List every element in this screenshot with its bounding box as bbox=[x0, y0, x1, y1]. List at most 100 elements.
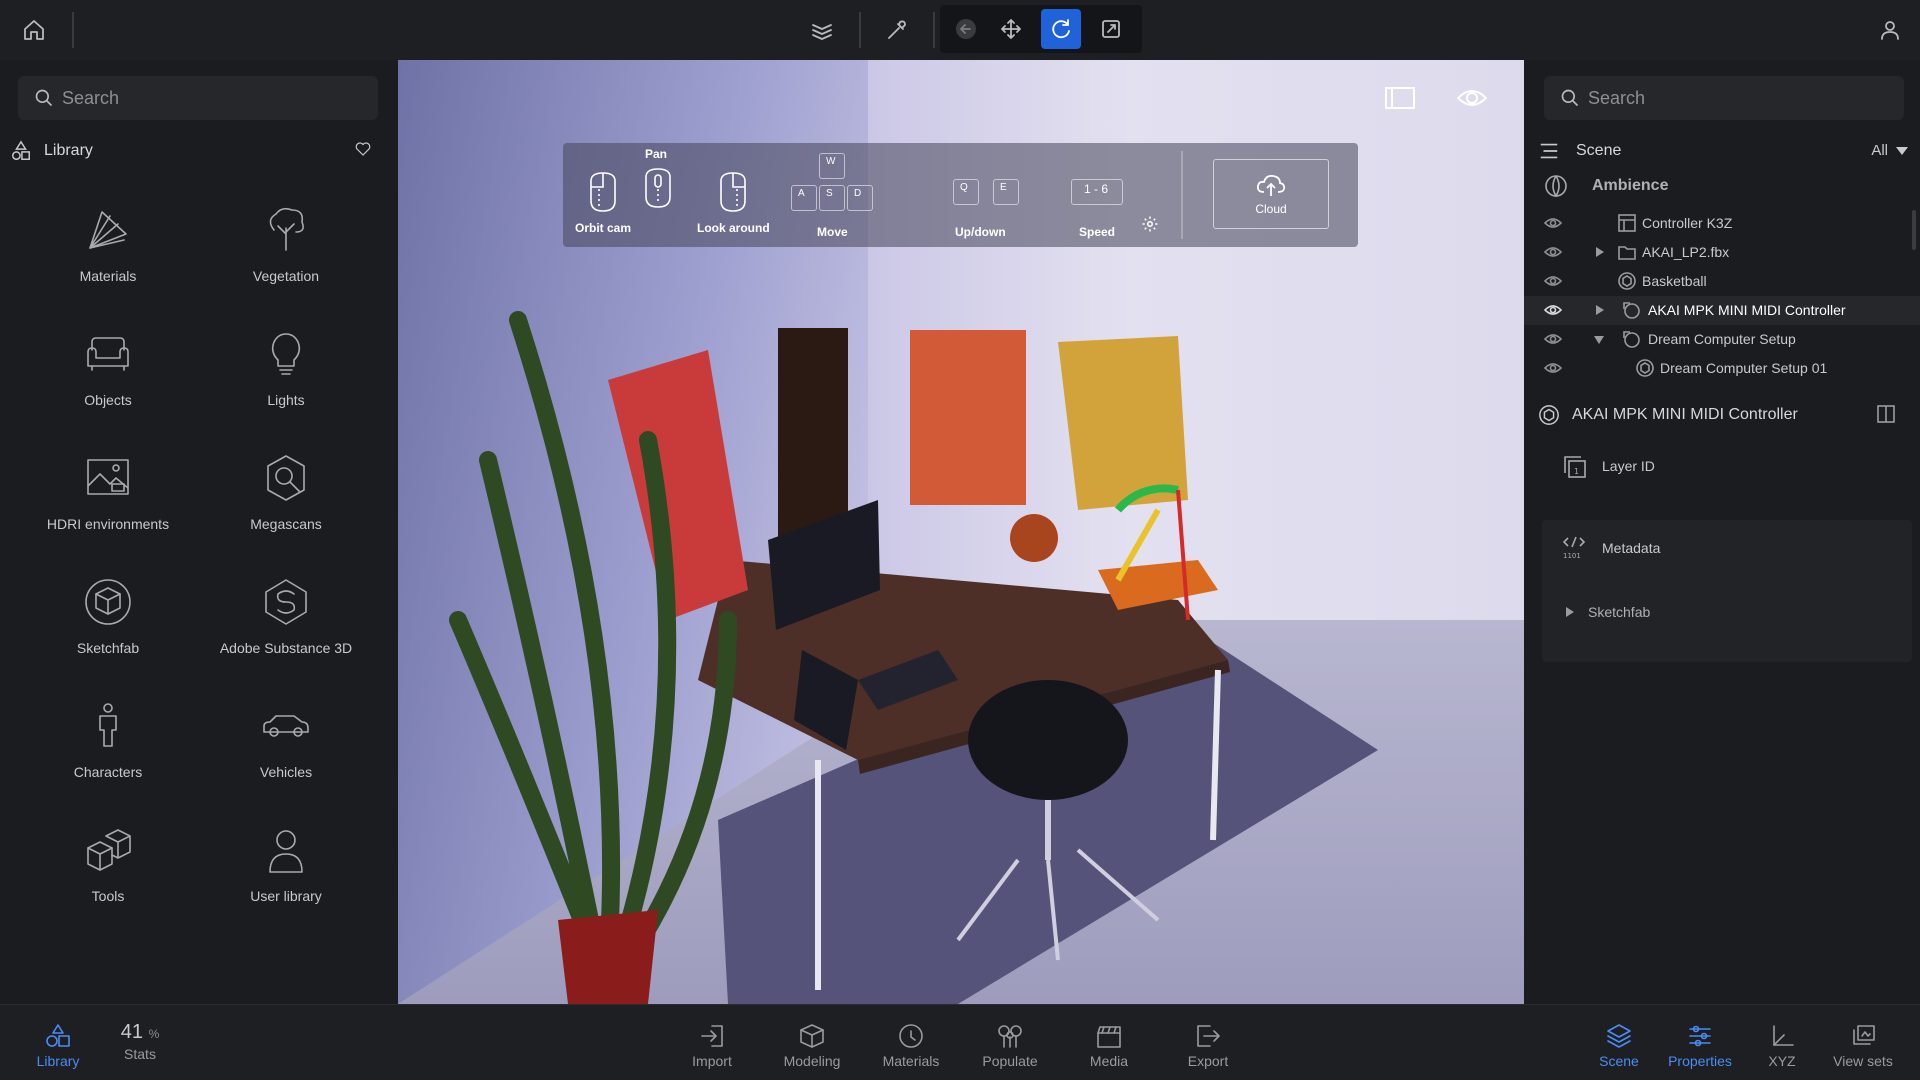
cloud-button[interactable]: Cloud bbox=[1213, 159, 1329, 229]
modeling-button[interactable]: Modeling bbox=[772, 1023, 852, 1069]
view-sets-icon bbox=[1853, 1025, 1875, 1045]
tree-item[interactable]: AKAI_LP2.fbx bbox=[1524, 238, 1920, 267]
undo-button[interactable] bbox=[946, 9, 986, 49]
library-tab[interactable]: Library bbox=[18, 1023, 98, 1069]
export-button[interactable]: Export bbox=[1168, 1023, 1248, 1069]
scene-panel: Search Scene All Ambience Controller K3Z… bbox=[1524, 60, 1920, 1004]
category-lights[interactable]: Lights bbox=[196, 328, 376, 438]
expand-arrow-icon[interactable] bbox=[1596, 247, 1604, 257]
materials-icon bbox=[89, 211, 127, 249]
rotate-tool-button[interactable] bbox=[1041, 9, 1081, 49]
scene-search-input[interactable]: Search bbox=[1544, 76, 1904, 120]
visibility-toggle[interactable] bbox=[1543, 273, 1563, 289]
sketchfab-icon bbox=[85, 579, 131, 625]
visibility-toggle[interactable] bbox=[1543, 360, 1563, 376]
mouse-middle-icon bbox=[645, 168, 671, 208]
library-search-input[interactable]: Search bbox=[18, 76, 378, 120]
person-icon bbox=[99, 703, 117, 747]
category-hdri[interactable]: HDRI environments bbox=[18, 452, 198, 562]
code-icon: 1101 bbox=[1562, 536, 1586, 560]
import-icon bbox=[701, 1025, 723, 1047]
category-user-library[interactable]: User library bbox=[196, 824, 376, 934]
scale-tool-button[interactable] bbox=[1091, 9, 1131, 49]
layout-icon bbox=[1618, 214, 1636, 232]
category-label: Megascans bbox=[250, 516, 322, 532]
search-placeholder: Search bbox=[62, 87, 120, 108]
3d-viewport[interactable]: Orbit cam Pan Look around W A S D Move Q… bbox=[398, 60, 1524, 1004]
tree-item[interactable]: Basketball bbox=[1524, 267, 1920, 296]
sketchfab-group-icon bbox=[1622, 301, 1640, 319]
key-s: S bbox=[819, 185, 845, 211]
visibility-toggle[interactable] bbox=[1543, 302, 1563, 318]
category-objects[interactable]: Objects bbox=[18, 328, 198, 438]
panel-toggle-button[interactable] bbox=[1876, 404, 1908, 429]
home-icon bbox=[24, 20, 44, 40]
metadata-row[interactable]: 1101 Metadata bbox=[1560, 534, 1660, 562]
car-icon bbox=[263, 715, 309, 737]
properties-tab-label: Properties bbox=[1668, 1053, 1732, 1069]
home-button[interactable] bbox=[14, 10, 54, 50]
scene-filter-dropdown[interactable]: All bbox=[1871, 142, 1908, 159]
mouse-left-icon bbox=[590, 172, 616, 212]
view-sets-tab[interactable]: View sets bbox=[1823, 1023, 1903, 1069]
visibility-toggle[interactable] bbox=[1543, 244, 1563, 260]
category-vehicles[interactable]: Vehicles bbox=[196, 700, 376, 810]
scene-tree-scrollbar[interactable] bbox=[1912, 210, 1916, 250]
layers-button[interactable] bbox=[802, 10, 842, 50]
cloud-label: Cloud bbox=[1255, 202, 1287, 216]
xyz-tab[interactable]: XYZ bbox=[1742, 1023, 1822, 1069]
key-d: D bbox=[847, 185, 873, 211]
library-title: Library bbox=[44, 142, 93, 159]
sketchfab-icon bbox=[1539, 405, 1559, 425]
eye-icon bbox=[1543, 334, 1563, 344]
materials-button[interactable]: Materials bbox=[871, 1023, 951, 1069]
properties-tab[interactable]: Properties bbox=[1660, 1023, 1740, 1069]
collapse-arrow-icon[interactable] bbox=[1594, 336, 1604, 344]
transform-tool-group bbox=[940, 5, 1142, 53]
sketchfab-label: Sketchfab bbox=[1588, 604, 1651, 620]
substance-icon bbox=[265, 579, 307, 625]
visibility-button[interactable] bbox=[1456, 84, 1488, 117]
category-vegetation[interactable]: Vegetation bbox=[196, 204, 376, 314]
media-button[interactable]: Media bbox=[1069, 1023, 1149, 1069]
help-settings-button[interactable] bbox=[1141, 215, 1159, 238]
import-button[interactable]: Import bbox=[672, 1023, 752, 1069]
shapes-icon bbox=[12, 140, 30, 160]
sketchfab-group-icon bbox=[1622, 330, 1640, 348]
tree-item[interactable]: Controller K3Z bbox=[1524, 209, 1920, 238]
scene-tab[interactable]: Scene bbox=[1579, 1023, 1659, 1069]
account-button[interactable] bbox=[1870, 10, 1910, 50]
visibility-toggle[interactable] bbox=[1543, 331, 1563, 347]
back-arrow-icon bbox=[956, 19, 976, 39]
category-materials[interactable]: Materials bbox=[18, 204, 198, 314]
category-megascans[interactable]: Megascans bbox=[196, 452, 376, 562]
populate-button[interactable]: Populate bbox=[970, 1023, 1050, 1069]
scale-icon bbox=[1102, 20, 1120, 38]
rotate-icon bbox=[1052, 19, 1070, 39]
favorites-button[interactable] bbox=[354, 140, 372, 163]
layers-icon bbox=[1607, 1024, 1631, 1048]
expand-arrow-icon[interactable] bbox=[1596, 305, 1604, 315]
tree-item[interactable]: Dream Computer Setup bbox=[1524, 325, 1920, 354]
pan-hint bbox=[633, 163, 683, 213]
modeling-label: Modeling bbox=[783, 1053, 841, 1069]
tree-item[interactable]: Dream Computer Setup 01 bbox=[1524, 354, 1920, 383]
library-header: Library bbox=[10, 136, 380, 166]
stats-button[interactable]: 41 % Stats bbox=[100, 1021, 180, 1062]
sketchfab-metadata-row[interactable]: Sketchfab bbox=[1566, 604, 1650, 620]
move-tool-button[interactable] bbox=[991, 9, 1031, 49]
media-label: Media bbox=[1089, 1053, 1129, 1069]
picker-button[interactable] bbox=[877, 10, 917, 50]
layer-id-row[interactable]: 1 Layer ID bbox=[1560, 452, 1655, 480]
category-substance[interactable]: Adobe Substance 3D bbox=[196, 576, 376, 686]
panel-layout-button[interactable] bbox=[1384, 84, 1416, 117]
orbit-cam-label: Orbit cam bbox=[575, 221, 632, 235]
chevron-down-icon bbox=[1896, 146, 1908, 155]
category-sketchfab[interactable]: Sketchfab bbox=[18, 576, 198, 686]
ambience-row[interactable]: Ambience bbox=[1544, 174, 1668, 198]
cubes-icon bbox=[87, 829, 131, 871]
tree-item-selected[interactable]: AKAI MPK MINI MIDI Controller bbox=[1524, 296, 1920, 325]
category-tools[interactable]: Tools bbox=[18, 824, 198, 934]
category-characters[interactable]: Characters bbox=[18, 700, 198, 810]
visibility-toggle[interactable] bbox=[1543, 215, 1563, 231]
